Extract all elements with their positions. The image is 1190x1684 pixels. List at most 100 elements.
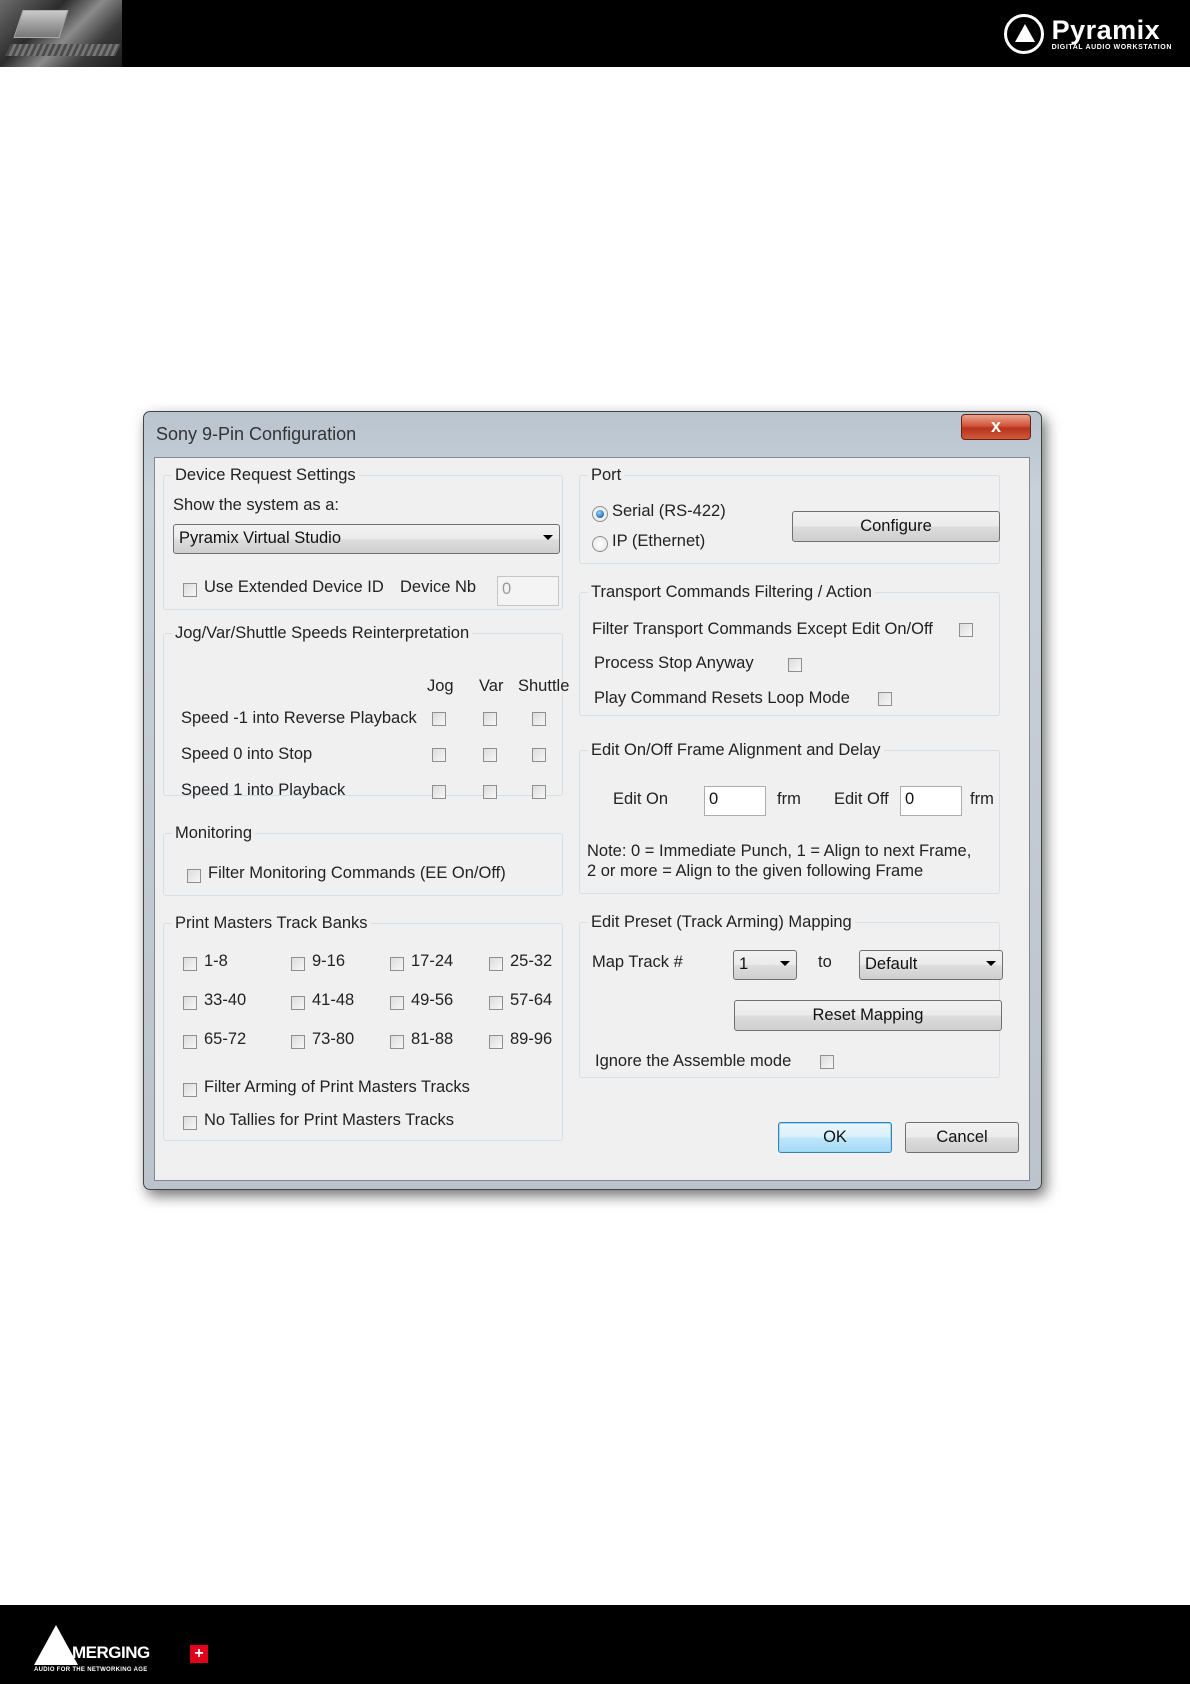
bank-label: 9-16: [312, 952, 346, 970]
bank-checkbox[interactable]: [489, 996, 503, 1010]
bank-checkbox[interactable]: [489, 1035, 503, 1049]
monitoring-group: Monitoring: [163, 824, 563, 896]
group-title: Edit On/Off Frame Alignment and Delay: [591, 741, 881, 759]
filter-monitoring-checkbox[interactable]: [187, 869, 201, 883]
edit-off-unit: frm: [970, 790, 994, 808]
filter-transport-checkbox[interactable]: [959, 623, 973, 637]
play-resets-label: Play Command Resets Loop Mode: [594, 689, 850, 707]
studio-thumbnail-image: [0, 0, 122, 67]
edit-off-label: Edit Off: [834, 790, 889, 808]
bank-label: 89-96: [510, 1030, 553, 1048]
bank-label: 73-80: [312, 1030, 355, 1048]
show-as-value: Pyramix Virtual Studio: [179, 529, 342, 547]
speed-row-label: Speed -1 into Reverse Playback: [181, 709, 417, 727]
jog-checkbox[interactable]: [432, 785, 446, 799]
map-track-dropdown[interactable]: 1: [733, 950, 797, 980]
merging-plus-badge: +: [190, 1645, 208, 1663]
group-title: Transport Commands Filtering / Action: [591, 583, 872, 601]
bank-checkbox[interactable]: [183, 996, 197, 1010]
edit-on-unit: frm: [777, 790, 801, 808]
bank-checkbox[interactable]: [291, 996, 305, 1010]
ignore-assemble-checkbox[interactable]: [820, 1055, 834, 1069]
filter-arming-checkbox[interactable]: [183, 1083, 197, 1097]
cancel-button[interactable]: Cancel: [905, 1122, 1019, 1153]
map-track-label: Map Track #: [592, 953, 683, 971]
jog-checkbox[interactable]: [432, 748, 446, 762]
configure-button[interactable]: Configure: [792, 511, 1000, 542]
map-to-value: Default: [865, 955, 918, 973]
console-shape: [5, 44, 121, 56]
group-title: Print Masters Track Banks: [175, 914, 368, 932]
speed-row-label: Speed 1 into Playback: [181, 781, 346, 799]
pyramix-logo-icon: [1003, 14, 1044, 54]
edit-on-field[interactable]: 0: [704, 786, 766, 816]
chevron-down-icon: [986, 961, 996, 966]
group-title: Edit Preset (Track Arming) Mapping: [591, 913, 852, 931]
group-title: Device Request Settings: [175, 466, 356, 484]
serial-radio[interactable]: [592, 506, 608, 522]
ignore-assemble-label: Ignore the Assemble mode: [595, 1052, 792, 1070]
shuttle-checkbox[interactable]: [532, 712, 546, 726]
bank-label: 17-24: [411, 952, 454, 970]
bank-label: 65-72: [204, 1030, 247, 1048]
bank-checkbox[interactable]: [183, 957, 197, 971]
ip-radio[interactable]: [592, 536, 608, 552]
chevron-down-icon: [543, 535, 553, 540]
print-masters-group: Print Masters Track Banks: [163, 914, 563, 1141]
pyramix-logo: Pyramix DIGITAL AUDIO WORKSTATION: [1003, 12, 1172, 56]
map-to-dropdown[interactable]: Default: [859, 950, 1003, 980]
merging-brand-name: MERGING: [72, 1643, 150, 1662]
ok-button[interactable]: OK: [778, 1122, 892, 1153]
bank-label: 25-32: [510, 952, 553, 970]
bank-checkbox[interactable]: [291, 1035, 305, 1049]
use-extended-checkbox[interactable]: [183, 583, 197, 597]
bank-label: 41-48: [312, 991, 355, 1009]
shuttle-checkbox[interactable]: [532, 748, 546, 762]
filter-transport-label: Filter Transport Commands Except Edit On…: [592, 620, 933, 638]
var-checkbox[interactable]: [483, 785, 497, 799]
group-title: Jog/Var/Shuttle Speeds Reinterpretation: [175, 624, 470, 642]
note-line-1: Note: 0 = Immediate Punch, 1 = Align to …: [587, 842, 972, 860]
show-as-dropdown[interactable]: Pyramix Virtual Studio: [173, 524, 560, 554]
device-nb-label: Device Nb: [400, 578, 477, 596]
var-checkbox[interactable]: [483, 748, 497, 762]
process-stop-label: Process Stop Anyway: [594, 654, 754, 672]
bank-checkbox[interactable]: [390, 996, 404, 1010]
edit-off-field[interactable]: 0: [900, 786, 962, 816]
page-header: Pyramix DIGITAL AUDIO WORKSTATION: [0, 0, 1190, 67]
note-line-2: 2 or more = Align to the given following…: [587, 862, 924, 880]
bank-checkbox[interactable]: [291, 957, 305, 971]
bank-checkbox[interactable]: [390, 957, 404, 971]
process-stop-checkbox[interactable]: [788, 658, 802, 672]
close-button[interactable]: x: [961, 414, 1031, 440]
play-resets-checkbox[interactable]: [878, 692, 892, 706]
group-title: Monitoring: [175, 824, 253, 842]
dialog-client-area: Device Request Settings Show the system …: [154, 457, 1030, 1181]
brand-subtitle: DIGITAL AUDIO WORKSTATION: [1051, 43, 1172, 51]
filter-monitoring-label: Filter Monitoring Commands (EE On/Off): [208, 864, 506, 882]
no-tallies-checkbox[interactable]: [183, 1116, 197, 1130]
jog-checkbox[interactable]: [432, 712, 446, 726]
bank-checkbox[interactable]: [183, 1035, 197, 1049]
shuttle-checkbox[interactable]: [532, 785, 546, 799]
sony-9pin-dialog: Sony 9-Pin Configuration x Device Reques…: [143, 411, 1042, 1190]
bank-label: 49-56: [411, 991, 454, 1009]
bank-checkbox[interactable]: [489, 957, 503, 971]
group-title: Port: [591, 466, 622, 484]
to-label: to: [818, 953, 832, 971]
bank-checkbox[interactable]: [390, 1035, 404, 1049]
reset-mapping-button[interactable]: Reset Mapping: [734, 1000, 1002, 1031]
monitor-shape: [13, 10, 69, 38]
device-nb-field[interactable]: 0: [497, 576, 559, 606]
bank-label: 1-8: [204, 952, 228, 970]
bank-label: 33-40: [204, 991, 247, 1009]
use-extended-label: Use Extended Device ID: [204, 578, 384, 596]
var-column-header: Var: [479, 677, 504, 695]
var-checkbox[interactable]: [483, 712, 497, 726]
bank-label: 57-64: [510, 991, 553, 1009]
map-track-value: 1: [739, 955, 749, 973]
brand-name: Pyramix: [1051, 14, 1161, 45]
page-footer: MERGING + AUDIO FOR THE NETWORKING AGE: [0, 1605, 1190, 1684]
edit-on-label: Edit On: [613, 790, 669, 808]
shuttle-column-header: Shuttle: [518, 677, 570, 695]
